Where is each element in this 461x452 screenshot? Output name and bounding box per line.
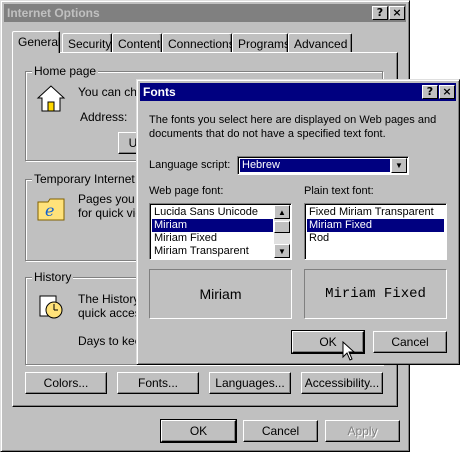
web-font-preview-text: Miriam	[199, 286, 242, 302]
address-label: Address:	[80, 110, 128, 124]
mouse-cursor-icon	[342, 341, 356, 361]
help-icon[interactable]: ?	[372, 6, 388, 20]
fonts-cancel-button[interactable]: Cancel	[373, 331, 447, 353]
plain-font-preview-text: Miriam Fixed	[325, 286, 426, 302]
temp-files-text-1: Pages you v	[78, 192, 145, 206]
svg-text:e: e	[45, 201, 54, 220]
plain-text-font-list[interactable]: Fixed Miriam Transparent Miriam Fixed Ro…	[304, 203, 447, 260]
home-page-label: Home page	[32, 64, 99, 78]
home-page-text: You can cha	[78, 85, 144, 99]
fonts-button[interactable]: Fonts...	[117, 372, 199, 394]
tab-programs[interactable]: Programs	[232, 33, 290, 52]
list-item[interactable]: Miriam Transparent	[152, 245, 273, 258]
fonts-dialog-title: Fonts	[143, 85, 176, 99]
accessibility-button[interactable]: Accessibility...	[301, 372, 383, 394]
language-script-select[interactable]: Hebrew ▼	[237, 156, 409, 175]
house-icon	[36, 85, 66, 112]
list-item[interactable]: Miriam	[152, 219, 273, 232]
cancel-button[interactable]: Cancel	[243, 420, 318, 442]
tab-content[interactable]: Content	[112, 33, 162, 52]
plain-font-preview: Miriam Fixed	[304, 269, 447, 319]
close-icon[interactable]: ×	[439, 85, 455, 99]
scroll-thumb[interactable]	[274, 221, 290, 233]
list-item[interactable]: Miriam Fixed	[152, 232, 273, 245]
help-icon[interactable]: ?	[422, 85, 438, 99]
list-item[interactable]: Miriam Fixed	[307, 219, 444, 232]
list-item[interactable]: Rod	[307, 232, 444, 245]
web-page-font-label: Web page font:	[149, 185, 224, 197]
ie-folder-icon: e	[37, 198, 65, 221]
fonts-description-2: documents that do not have a specified t…	[149, 128, 386, 140]
tab-general[interactable]: General	[12, 31, 61, 53]
fonts-titlebar[interactable]: Fonts ? ×	[140, 83, 456, 101]
web-font-preview: Miriam	[149, 269, 292, 319]
plain-text-font-label: Plain text font:	[304, 185, 374, 197]
language-script-value: Hebrew	[240, 159, 390, 172]
scroll-up-icon[interactable]: ▲	[274, 205, 290, 219]
web-font-scrollbar[interactable]: ▲ ▼	[274, 205, 290, 258]
history-text-2: quick acces	[78, 306, 141, 320]
close-icon[interactable]: ×	[389, 6, 405, 20]
list-item[interactable]: Lucida Sans Unicode	[152, 206, 273, 219]
tab-connections[interactable]: Connections	[162, 33, 235, 52]
language-script-label: Language script:	[149, 159, 231, 171]
web-page-font-list[interactable]: Lucida Sans Unicode Miriam Miriam Fixed …	[149, 203, 292, 260]
history-label: History	[32, 270, 74, 284]
temp-files-text-2: for quick vie	[78, 206, 143, 220]
internet-options-titlebar[interactable]: Internet Options ? ×	[4, 4, 406, 22]
scroll-down-icon[interactable]: ▼	[274, 244, 290, 258]
window-title: Internet Options	[7, 6, 100, 20]
chevron-down-icon[interactable]: ▼	[391, 158, 407, 173]
tab-advanced[interactable]: Advanced	[288, 33, 352, 52]
fonts-description-1: The fonts you select here are displayed …	[149, 114, 437, 126]
colors-button[interactable]: Colors...	[25, 372, 107, 394]
ok-button[interactable]: OK	[160, 419, 237, 443]
tab-security[interactable]: Security	[62, 33, 112, 52]
languages-button[interactable]: Languages...	[209, 372, 291, 394]
list-item[interactable]: Fixed Miriam Transparent	[307, 206, 444, 219]
fonts-dialog: Fonts ? × The fonts you select here are …	[136, 79, 460, 365]
apply-button[interactable]: Apply	[325, 420, 400, 442]
history-clock-icon	[39, 295, 63, 319]
